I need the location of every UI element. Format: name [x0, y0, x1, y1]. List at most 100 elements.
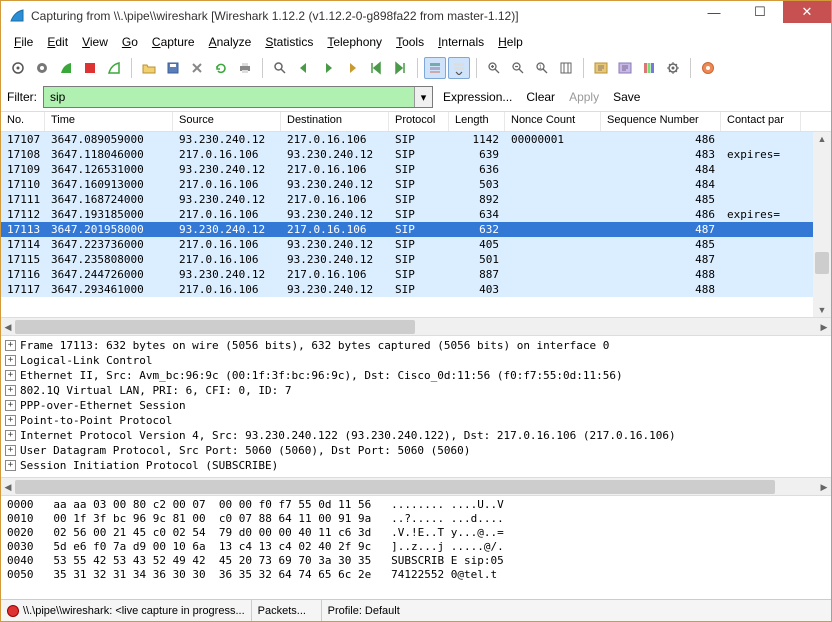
table-row[interactable]: 171143647.223736000217.0.16.10693.230.24…	[1, 237, 831, 252]
expand-icon[interactable]: +	[5, 415, 16, 426]
table-row[interactable]: 171173647.293461000217.0.16.10693.230.24…	[1, 282, 831, 297]
go-to-packet-icon[interactable]	[341, 57, 363, 79]
hscrollbar[interactable]: ◀ ▶	[1, 317, 831, 335]
scroll-left-icon[interactable]: ◀	[1, 478, 15, 496]
column-header[interactable]: Time	[45, 112, 173, 131]
scroll-right-icon[interactable]: ▶	[817, 478, 831, 496]
menu-edit[interactable]: Edit	[40, 33, 75, 51]
scroll-left-icon[interactable]: ◀	[1, 318, 15, 336]
minimize-button[interactable]: —	[691, 1, 737, 23]
column-header[interactable]: Length	[449, 112, 505, 131]
tree-item[interactable]: +Logical-Link Control	[5, 353, 827, 368]
go-forward-icon[interactable]	[317, 57, 339, 79]
scroll-thumb[interactable]	[15, 480, 775, 494]
packet-bytes-pane[interactable]: 0000 aa aa 03 00 80 c2 00 07 00 00 f0 f7…	[1, 495, 831, 599]
packet-list-rows[interactable]: 171073647.08905900093.230.240.12217.0.16…	[1, 132, 831, 297]
zoom-out-icon[interactable]	[507, 57, 529, 79]
column-header[interactable]: No.	[1, 112, 45, 131]
expand-icon[interactable]: +	[5, 370, 16, 381]
expand-icon[interactable]: +	[5, 385, 16, 396]
expert-info-icon[interactable]	[7, 605, 19, 617]
expression-button[interactable]: Expression...	[439, 90, 516, 104]
table-row[interactable]: 171153647.235808000217.0.16.10693.230.24…	[1, 252, 831, 267]
scroll-thumb[interactable]	[15, 320, 415, 334]
table-row[interactable]: 171123647.193185000217.0.16.10693.230.24…	[1, 207, 831, 222]
expand-icon[interactable]: +	[5, 400, 16, 411]
resize-columns-icon[interactable]	[555, 57, 577, 79]
close-button[interactable]: ✕	[783, 1, 831, 23]
apply-button[interactable]: Apply	[565, 90, 603, 104]
column-header[interactable]: Protocol	[389, 112, 449, 131]
go-first-icon[interactable]	[365, 57, 387, 79]
column-header[interactable]: Destination	[281, 112, 389, 131]
menu-view[interactable]: View	[75, 33, 115, 51]
table-row[interactable]: 171113647.16872400093.230.240.12217.0.16…	[1, 192, 831, 207]
tree-item[interactable]: +802.1Q Virtual LAN, PRI: 6, CFI: 0, ID:…	[5, 383, 827, 398]
status-profile[interactable]: Profile: Default	[322, 600, 831, 621]
coloring-rules-icon[interactable]	[638, 57, 660, 79]
status-packets[interactable]: Packets...	[252, 600, 322, 621]
close-file-icon[interactable]	[186, 57, 208, 79]
tree-item[interactable]: +User Datagram Protocol, Src Port: 5060 …	[5, 443, 827, 458]
scroll-down-icon[interactable]: ▼	[813, 303, 831, 317]
column-header[interactable]: Nonce Count	[505, 112, 601, 131]
menu-file[interactable]: File	[7, 33, 40, 51]
filter-input[interactable]	[44, 87, 414, 107]
table-row[interactable]: 171103647.160913000217.0.16.10693.230.24…	[1, 177, 831, 192]
go-last-icon[interactable]	[389, 57, 411, 79]
tree-item[interactable]: +Session Initiation Protocol (SUBSCRIBE)	[5, 458, 827, 473]
table-row[interactable]: 171133647.20195800093.230.240.12217.0.16…	[1, 222, 831, 237]
filter-dropdown[interactable]: ▾	[414, 87, 432, 107]
go-back-icon[interactable]	[293, 57, 315, 79]
column-header[interactable]: Contact par	[721, 112, 801, 131]
menu-analyze[interactable]: Analyze	[202, 33, 259, 51]
scroll-right-icon[interactable]: ▶	[817, 318, 831, 336]
stop-capture-icon[interactable]	[79, 57, 101, 79]
tree-item[interactable]: +Internet Protocol Version 4, Src: 93.23…	[5, 428, 827, 443]
save-file-icon[interactable]	[162, 57, 184, 79]
zoom-in-icon[interactable]	[483, 57, 505, 79]
display-filters-icon[interactable]	[614, 57, 636, 79]
vscrollbar[interactable]: ▲ ▼	[813, 132, 831, 317]
save-button[interactable]: Save	[609, 90, 644, 104]
interfaces-icon[interactable]	[7, 57, 29, 79]
preferences-icon[interactable]	[662, 57, 684, 79]
open-file-icon[interactable]	[138, 57, 160, 79]
menu-internals[interactable]: Internals	[431, 33, 491, 51]
menu-capture[interactable]: Capture	[145, 33, 202, 51]
table-row[interactable]: 171073647.08905900093.230.240.12217.0.16…	[1, 132, 831, 147]
hscrollbar-details[interactable]: ◀ ▶	[1, 477, 831, 495]
table-row[interactable]: 171163647.24472600093.230.240.12217.0.16…	[1, 267, 831, 282]
help-icon[interactable]	[697, 57, 719, 79]
colorize-icon[interactable]	[424, 57, 446, 79]
autoscroll-icon[interactable]	[448, 57, 470, 79]
packet-details-pane[interactable]: +Frame 17113: 632 bytes on wire (5056 bi…	[1, 335, 831, 477]
scroll-thumb[interactable]	[815, 252, 829, 274]
zoom-reset-icon[interactable]: 1	[531, 57, 553, 79]
menu-telephony[interactable]: Telephony	[320, 33, 389, 51]
find-icon[interactable]	[269, 57, 291, 79]
expand-icon[interactable]: +	[5, 340, 16, 351]
menu-help[interactable]: Help	[491, 33, 530, 51]
options-icon[interactable]	[31, 57, 53, 79]
restart-capture-icon[interactable]	[103, 57, 125, 79]
capture-filters-icon[interactable]	[590, 57, 612, 79]
print-icon[interactable]	[234, 57, 256, 79]
expand-icon[interactable]: +	[5, 445, 16, 456]
maximize-button[interactable]: ☐	[737, 1, 783, 23]
menu-statistics[interactable]: Statistics	[258, 33, 320, 51]
menu-tools[interactable]: Tools	[389, 33, 431, 51]
tree-item[interactable]: +Point-to-Point Protocol	[5, 413, 827, 428]
column-header[interactable]: Sequence Number	[601, 112, 721, 131]
table-row[interactable]: 171093647.12653100093.230.240.12217.0.16…	[1, 162, 831, 177]
tree-item[interactable]: +PPP-over-Ethernet Session	[5, 398, 827, 413]
table-row[interactable]: 171083647.118046000217.0.16.10693.230.24…	[1, 147, 831, 162]
expand-icon[interactable]: +	[5, 430, 16, 441]
tree-item[interactable]: +Ethernet II, Src: Avm_bc:96:9c (00:1f:3…	[5, 368, 827, 383]
menu-go[interactable]: Go	[115, 33, 145, 51]
scroll-up-icon[interactable]: ▲	[813, 132, 831, 146]
start-capture-icon[interactable]	[55, 57, 77, 79]
expand-icon[interactable]: +	[5, 355, 16, 366]
clear-button[interactable]: Clear	[522, 90, 559, 104]
tree-item[interactable]: +Frame 17113: 632 bytes on wire (5056 bi…	[5, 338, 827, 353]
